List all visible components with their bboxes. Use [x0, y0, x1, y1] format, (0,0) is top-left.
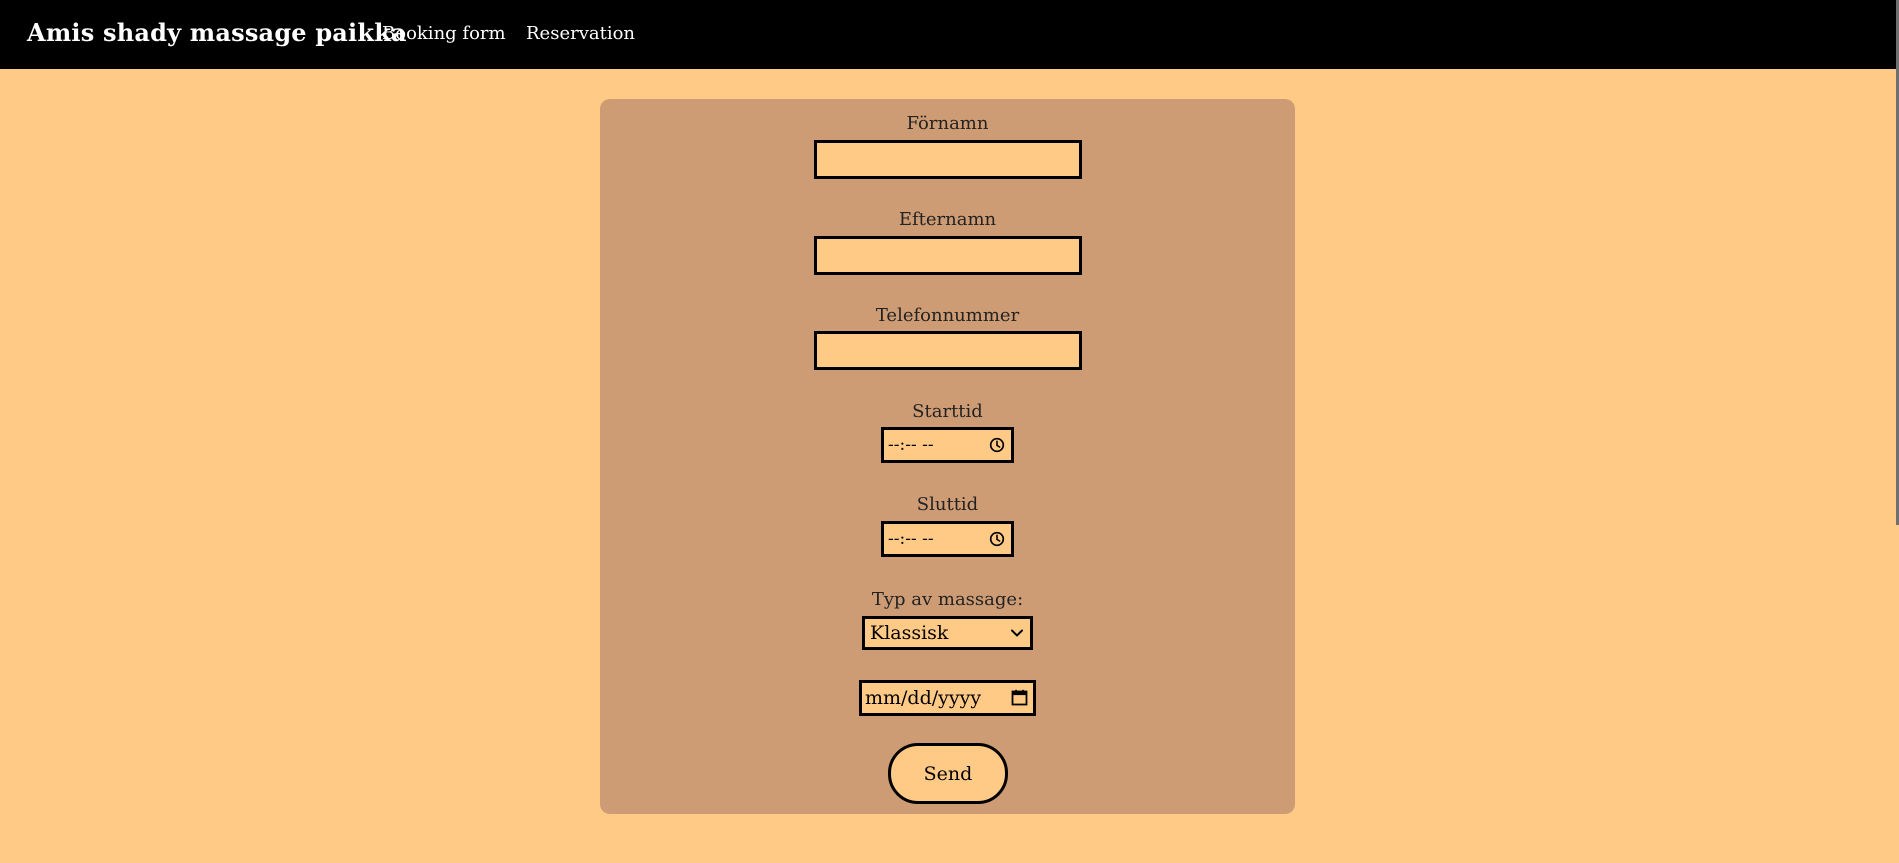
send-button[interactable]: Send	[888, 743, 1008, 804]
site-brand[interactable]: Amis shady massage paikka	[27, 18, 407, 47]
nav-link-reservation[interactable]: Reservation	[526, 23, 635, 44]
booking-form-card: Förnamn Efternamn Telefonnummer Starttid…	[600, 99, 1295, 814]
start-time-label: Starttid	[912, 401, 983, 422]
first-name-input[interactable]	[814, 140, 1082, 179]
date-input[interactable]: mm/dd/yyyy	[859, 680, 1036, 716]
massage-type-select[interactable]: Klassisk	[862, 616, 1033, 650]
massage-type-label: Typ av massage:	[871, 589, 1024, 610]
phone-label: Telefonnummer	[875, 305, 1020, 326]
start-time-placeholder: --:-- --	[888, 435, 934, 455]
end-time-label: Sluttid	[916, 494, 979, 515]
date-placeholder: mm/dd/yyyy	[865, 687, 982, 709]
clock-icon[interactable]	[989, 531, 1005, 547]
first-name-label: Förnamn	[906, 113, 989, 134]
top-navbar: Amis shady massage paikka Booking form R…	[0, 0, 1899, 69]
end-time-input[interactable]: --:-- --	[881, 521, 1014, 557]
calendar-icon[interactable]	[1011, 689, 1028, 706]
chevron-down-icon	[1011, 629, 1023, 637]
massage-type-selected: Klassisk	[870, 622, 949, 644]
start-time-input[interactable]: --:-- --	[881, 427, 1014, 463]
clock-icon[interactable]	[989, 437, 1005, 453]
last-name-label: Efternamn	[898, 209, 997, 230]
phone-input[interactable]	[814, 331, 1082, 370]
last-name-input[interactable]	[814, 236, 1082, 275]
end-time-placeholder: --:-- --	[888, 529, 934, 549]
nav-link-booking-form[interactable]: Booking form	[382, 23, 506, 44]
